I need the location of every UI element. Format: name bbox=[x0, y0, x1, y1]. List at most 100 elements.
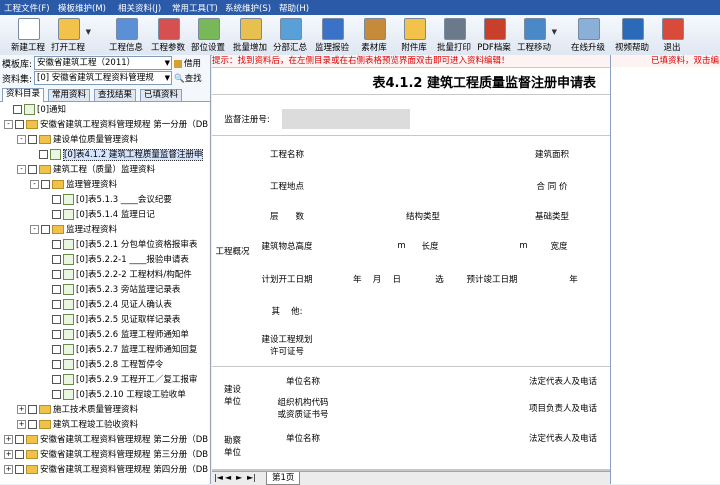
checkbox[interactable] bbox=[52, 285, 61, 294]
tab-3[interactable]: 查找结果 bbox=[94, 89, 137, 101]
checkbox[interactable] bbox=[41, 180, 50, 189]
tree-item[interactable]: [0]表5.2.10 工程竣工验收单 bbox=[43, 389, 186, 401]
checkbox[interactable] bbox=[28, 135, 37, 144]
building-area-input[interactable] bbox=[588, 138, 609, 170]
data-set-select[interactable]: [0] 安徽省建筑工程资料管理规 ▼ bbox=[34, 71, 172, 85]
checkbox[interactable] bbox=[52, 240, 61, 249]
tree-item[interactable]: [0]表5.2.2-1 ____报验申请表 bbox=[43, 254, 189, 266]
expand-toggle-icon[interactable]: - bbox=[17, 165, 26, 174]
plan-finish-input[interactable]: 年 bbox=[538, 262, 609, 296]
checkbox[interactable] bbox=[41, 225, 50, 234]
width-input[interactable] bbox=[588, 231, 609, 261]
tree-item[interactable]: + 施工技术质量管理资料 bbox=[17, 404, 138, 416]
expand-toggle-icon[interactable]: - bbox=[30, 180, 39, 189]
tree-item[interactable]: [0]表5.2.8 工程暂停令 bbox=[43, 359, 163, 371]
tree-item[interactable]: - 建设单位质量管理资料 bbox=[17, 134, 138, 146]
toolbar-button[interactable]: 工程移动 ▼ bbox=[512, 16, 557, 54]
foundation-type-input[interactable] bbox=[588, 202, 609, 230]
checkbox[interactable] bbox=[52, 315, 61, 324]
menu-item[interactable]: 系统维护(S) bbox=[225, 2, 271, 14]
toolbar-button[interactable]: 在线升级 bbox=[566, 16, 610, 54]
tree-item[interactable]: [0]表5.1.3 ____会议纪要 bbox=[43, 194, 172, 206]
tree-item[interactable]: - 建筑工程（质量）监理资料 bbox=[17, 164, 155, 176]
expand-toggle-icon[interactable]: + bbox=[17, 420, 26, 429]
tree-item[interactable]: [0]表5.2.2-2 工程材料/构配件 bbox=[43, 269, 192, 281]
sheet-tab[interactable]: 第1页 bbox=[266, 472, 301, 485]
checkbox[interactable] bbox=[52, 330, 61, 339]
sheet-nav-3-icon[interactable]: ► bbox=[236, 473, 242, 482]
tree-item[interactable]: + 安徽省建筑工程资料管理规程 第四分册（DB bbox=[4, 464, 208, 476]
tab-2[interactable]: 常用资料 bbox=[48, 89, 91, 101]
tree-item[interactable]: + 安徽省建筑工程资料管理规程 第二分册（DB bbox=[4, 434, 208, 446]
tree-item[interactable]: [0]表5.2.5 见证取样记录表 bbox=[43, 314, 180, 326]
sheet-nav-4-icon[interactable]: ►| bbox=[247, 473, 256, 482]
checkbox[interactable] bbox=[15, 450, 24, 459]
tree-item[interactable]: + 安徽省建筑工程资料管理规程 第三分册（DB bbox=[4, 449, 208, 461]
toolbar-button[interactable]: 退出 bbox=[650, 16, 694, 54]
tree-item[interactable]: [0]表4.1.2 建筑工程质量监督注册申 bbox=[30, 149, 204, 161]
menu-item[interactable]: 模板维护(M) bbox=[58, 2, 106, 14]
sheet-nav-1-icon[interactable]: |◄ bbox=[214, 473, 223, 482]
checkbox[interactable] bbox=[52, 375, 61, 384]
plan-start-input[interactable]: 年 月 日 bbox=[322, 262, 432, 296]
find-button[interactable]: 🔍查找 bbox=[174, 72, 202, 84]
tree-item[interactable]: [0]表5.1.4 监理日记 bbox=[43, 209, 155, 221]
permit-input[interactable] bbox=[322, 326, 609, 364]
expand-toggle-icon[interactable]: - bbox=[17, 135, 26, 144]
tree-item[interactable]: + 建筑工程竣工验收资料 bbox=[17, 419, 138, 431]
checkbox[interactable] bbox=[52, 300, 61, 309]
borrow-button[interactable]: 借用 bbox=[174, 57, 201, 69]
checkbox[interactable] bbox=[52, 255, 61, 264]
unit-name2-input[interactable] bbox=[354, 423, 516, 453]
expand-toggle-icon[interactable]: + bbox=[4, 465, 13, 474]
expand-toggle-icon[interactable]: + bbox=[4, 435, 13, 444]
tree-item[interactable]: [0]表5.2.4 见证人确认表 bbox=[43, 299, 172, 311]
tree-item[interactable]: - 监理管理资料 bbox=[30, 179, 117, 191]
contract-price-input[interactable] bbox=[588, 171, 609, 201]
tree-item[interactable]: [0]表5.2.1 分包单位资格报审表 bbox=[43, 239, 197, 251]
reg-no-input[interactable] bbox=[282, 109, 410, 129]
expand-toggle-icon[interactable]: + bbox=[4, 450, 13, 459]
checkbox[interactable] bbox=[52, 270, 61, 279]
checkbox[interactable] bbox=[52, 360, 61, 369]
tree-item[interactable]: - 监理过程资料 bbox=[30, 224, 117, 236]
tree-item[interactable]: [0]表5.2.3 旁站监理记录表 bbox=[43, 284, 180, 296]
checkbox[interactable] bbox=[52, 195, 61, 204]
checkbox[interactable] bbox=[15, 435, 24, 444]
checkbox[interactable] bbox=[52, 390, 61, 399]
checkbox[interactable] bbox=[15, 465, 24, 474]
expand-toggle-icon[interactable]: - bbox=[4, 120, 13, 129]
tree-item[interactable]: [0]通知 bbox=[4, 104, 66, 116]
checkbox[interactable] bbox=[15, 120, 24, 129]
checkbox[interactable] bbox=[39, 150, 48, 159]
checkbox[interactable] bbox=[13, 105, 22, 114]
tree-item[interactable]: [0]表5.2.7 监理工程师通知回复 bbox=[43, 344, 197, 356]
floors-input[interactable] bbox=[322, 202, 394, 230]
org-code-input[interactable] bbox=[354, 394, 516, 422]
menu-item[interactable]: 相关资料(J) bbox=[118, 2, 161, 14]
expand-toggle-icon[interactable]: + bbox=[17, 405, 26, 414]
sheet-nav-2-icon[interactable]: ◄ bbox=[225, 473, 231, 482]
tree-item[interactable]: - 安徽省建筑工程资料管理规程 第一分册（DB bbox=[4, 119, 208, 131]
checkbox[interactable] bbox=[28, 405, 37, 414]
checkbox[interactable] bbox=[52, 345, 61, 354]
tree-item[interactable]: [0]表5.2.6 监理工程师通知单 bbox=[43, 329, 189, 341]
tab-1[interactable]: 资料目录 bbox=[2, 88, 45, 102]
menu-item[interactable]: 常用工具(T) bbox=[172, 2, 218, 14]
tree-item[interactable]: [0]表5.2.9 工程开工／复工报审 bbox=[43, 374, 197, 386]
tab-4[interactable]: 已填资料 bbox=[140, 89, 183, 101]
length-input[interactable] bbox=[452, 231, 516, 261]
checkbox[interactable] bbox=[28, 165, 37, 174]
unit-name-input[interactable] bbox=[354, 369, 516, 393]
other-input[interactable] bbox=[322, 297, 609, 325]
project-name-input[interactable] bbox=[322, 138, 516, 170]
checkbox[interactable] bbox=[52, 210, 61, 219]
toolbar-button[interactable]: 打开工程 ▼ bbox=[46, 16, 91, 54]
date-picker-button[interactable]: 选 bbox=[433, 262, 446, 296]
structure-type-input[interactable] bbox=[452, 202, 516, 230]
menu-item[interactable]: 帮助(H) bbox=[279, 2, 309, 14]
project-site-input[interactable] bbox=[322, 171, 516, 201]
total-height-input[interactable] bbox=[322, 231, 394, 261]
checkbox[interactable] bbox=[28, 420, 37, 429]
menu-item[interactable]: 工程文件(F) bbox=[4, 2, 50, 14]
